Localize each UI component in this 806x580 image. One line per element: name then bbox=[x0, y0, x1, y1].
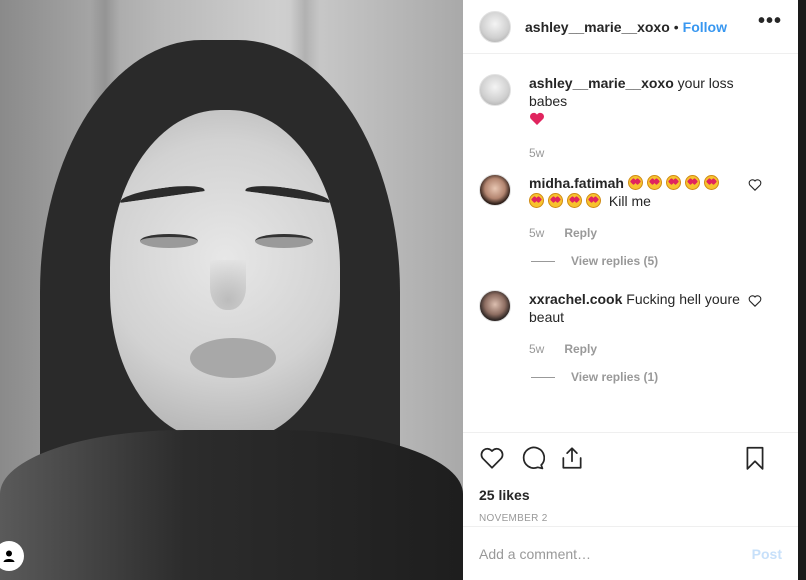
comment-bubble-icon[interactable] bbox=[519, 445, 545, 471]
likes-count[interactable]: 25 likes bbox=[479, 487, 782, 503]
like-comment-icon[interactable] bbox=[748, 294, 762, 308]
star-struck-emoji bbox=[703, 175, 719, 190]
photo-right-eye bbox=[255, 234, 313, 248]
reply-button[interactable]: Reply bbox=[564, 224, 597, 242]
caption: ashley__marie__xoxo your loss babes 5w bbox=[479, 74, 782, 162]
post-date[interactable]: NOVEMBER 2 bbox=[479, 513, 782, 524]
comment-username[interactable]: midha.fatimah bbox=[529, 175, 624, 191]
post-actions: 25 likes NOVEMBER 2 bbox=[463, 432, 798, 526]
post-comment-button[interactable]: Post bbox=[752, 546, 782, 562]
reply-button[interactable]: Reply bbox=[564, 340, 597, 358]
star-struck-emoji bbox=[567, 193, 582, 208]
comment-time[interactable]: 5w bbox=[529, 144, 544, 162]
bookmark-icon[interactable] bbox=[742, 445, 768, 471]
view-replies-button[interactable]: View replies (1) bbox=[531, 370, 782, 384]
view-replies-label: View replies (1) bbox=[571, 370, 659, 384]
comment-text: Kill me bbox=[608, 193, 651, 209]
comment-username[interactable]: ashley__marie__xoxo bbox=[529, 75, 674, 91]
star-struck-emoji bbox=[548, 193, 563, 208]
separator-dot: • bbox=[673, 18, 679, 35]
photo-shirt bbox=[0, 430, 463, 580]
comment-body: xxrachel.cook Fucking hell youre beaut 5… bbox=[529, 290, 749, 358]
author-username[interactable]: ashley__marie__xoxo bbox=[525, 19, 670, 35]
caption-body: ashley__marie__xoxo your loss babes 5w bbox=[529, 74, 749, 162]
comment-body: midha.fatimah Kill me 5w Reply bbox=[529, 174, 749, 242]
star-struck-emoji bbox=[665, 175, 681, 190]
comment-meta: 5w Reply bbox=[529, 224, 749, 242]
add-comment-bar: Post bbox=[463, 526, 798, 580]
comment-time[interactable]: 5w bbox=[529, 224, 544, 242]
post-header: ashley__marie__xoxo • Follow ••• bbox=[463, 0, 798, 54]
author-avatar[interactable] bbox=[479, 74, 511, 106]
star-struck-emoji bbox=[586, 193, 601, 208]
comment-input[interactable] bbox=[479, 545, 752, 562]
photo-lips bbox=[190, 338, 276, 378]
replies-divider bbox=[531, 260, 555, 262]
comment-username[interactable]: xxrachel.cook bbox=[529, 291, 622, 307]
star-struck-emoji bbox=[627, 175, 643, 190]
replies-divider bbox=[531, 376, 555, 378]
comment-time[interactable]: 5w bbox=[529, 340, 544, 358]
red-heart-emoji bbox=[529, 112, 749, 130]
background-edge bbox=[798, 0, 806, 580]
more-options-icon[interactable]: ••• bbox=[758, 10, 782, 33]
share-icon[interactable] bbox=[559, 445, 585, 471]
photo-nose bbox=[210, 260, 246, 310]
comments-list[interactable]: ashley__marie__xoxo your loss babes 5w m… bbox=[463, 54, 798, 432]
view-replies-label: View replies (5) bbox=[571, 254, 659, 268]
commenter-avatar[interactable] bbox=[479, 174, 511, 206]
post-photo[interactable] bbox=[0, 0, 463, 580]
commenter-avatar[interactable] bbox=[479, 290, 511, 322]
comment-meta: 5w bbox=[529, 144, 749, 162]
follow-button[interactable]: Follow bbox=[683, 19, 727, 35]
comment-meta: 5w Reply bbox=[529, 340, 749, 358]
comment: xxrachel.cook Fucking hell youre beaut 5… bbox=[479, 290, 782, 358]
comment: midha.fatimah Kill me 5w Reply bbox=[479, 174, 782, 242]
star-struck-emoji bbox=[646, 175, 662, 190]
action-icons bbox=[479, 443, 782, 473]
view-replies-button[interactable]: View replies (5) bbox=[531, 254, 782, 268]
post-panel: ashley__marie__xoxo • Follow ••• ashley_… bbox=[463, 0, 798, 580]
author-avatar[interactable] bbox=[479, 10, 511, 43]
star-struck-emoji bbox=[684, 175, 700, 190]
star-struck-emoji bbox=[529, 193, 544, 208]
like-heart-icon[interactable] bbox=[479, 445, 505, 471]
like-comment-icon[interactable] bbox=[748, 178, 762, 192]
photo-left-eye bbox=[140, 234, 198, 248]
